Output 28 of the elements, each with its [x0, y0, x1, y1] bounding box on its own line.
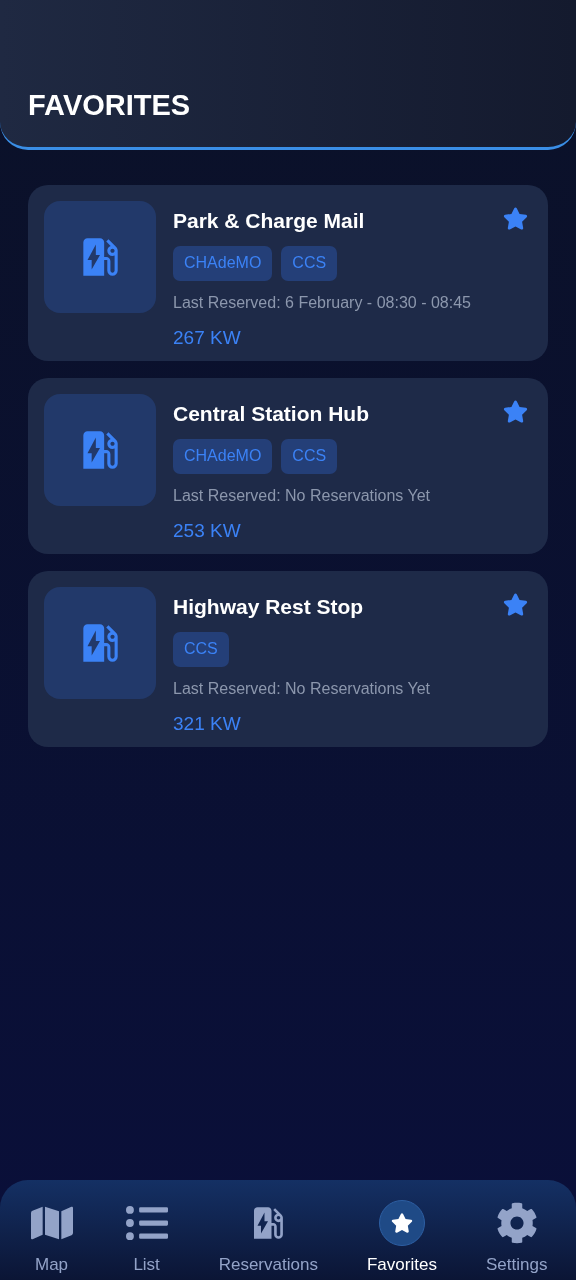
- station-name: Central Station Hub: [173, 401, 369, 427]
- station-card[interactable]: Central Station Hub CHAdeMO CCS Last Reserved: No Reservations Yet 253 KW: [28, 378, 548, 554]
- power-text: 253 KW: [173, 518, 242, 543]
- nav-tab[interactable]: Reservations: [218, 1200, 318, 1278]
- star-icon[interactable]: [503, 592, 528, 617]
- nav-tab[interactable]: Settings: [486, 1200, 548, 1278]
- station-card[interactable]: Park & Charge Mail CHAdeMO CCS Last Reserved: 6 February - 08:30 - 08:45 267 KW: [28, 185, 548, 361]
- connector-tag: CCS: [281, 438, 338, 474]
- nav-tab[interactable]: Map: [28, 1200, 75, 1278]
- station-card[interactable]: Highway Rest Stop CCS Last Reserved: No Reservations Yet 321 KW: [28, 571, 548, 747]
- power-text: 267 KW: [173, 325, 242, 350]
- last-reserved-text: Last Reserved: 6 February - 08:30 - 08:45: [173, 292, 472, 313]
- connector-tag: CHAdeMO: [173, 245, 273, 281]
- connector-tag: CHAdeMO: [173, 438, 273, 474]
- station-name: Highway Rest Stop: [173, 594, 364, 620]
- page-title: FAVORITES: [28, 87, 191, 123]
- nav-tab[interactable]: List: [123, 1200, 170, 1278]
- star-icon[interactable]: [503, 206, 528, 231]
- star-icon: [390, 1212, 413, 1234]
- connector-tag: CCS: [281, 245, 338, 281]
- settings-icon: [495, 1202, 538, 1244]
- power-text: 321 KW: [173, 711, 242, 736]
- station-name: Park & Charge Mail: [173, 208, 365, 234]
- star-icon[interactable]: [503, 399, 528, 424]
- last-reserved-text: Last Reserved: No Reservations Yet: [173, 678, 432, 699]
- connector-tag: CCS: [173, 631, 229, 667]
- nav-tab[interactable]: Favorites: [367, 1200, 437, 1278]
- last-reserved-text: Last Reserved: No Reservations Yet: [173, 485, 432, 506]
